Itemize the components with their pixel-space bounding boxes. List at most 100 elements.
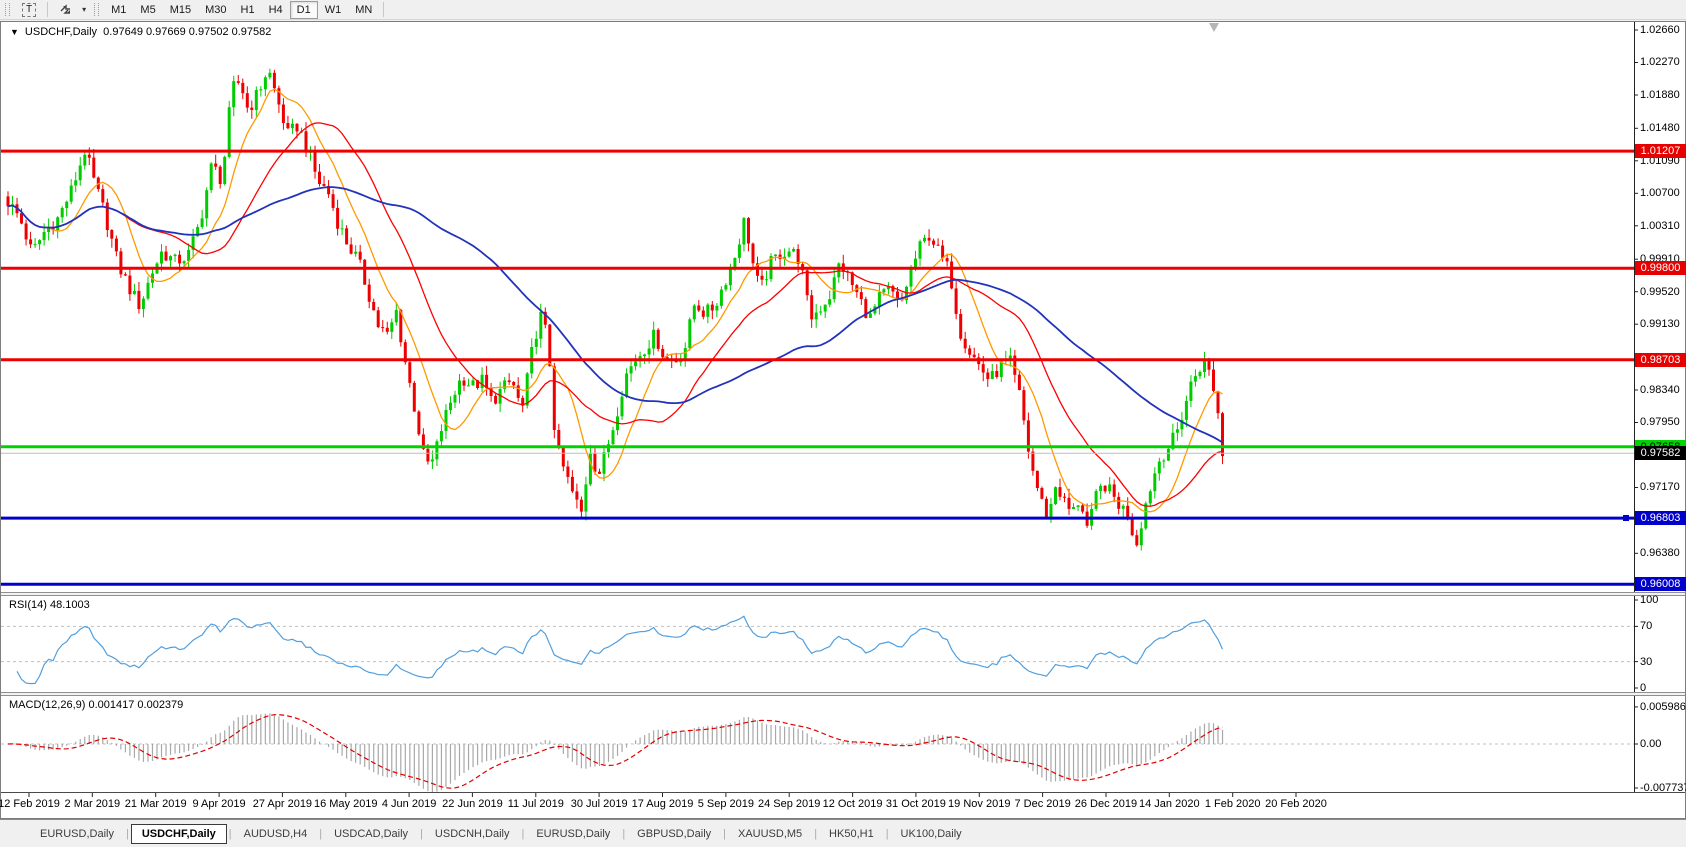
toolbar: T ▾ M1 M5 M15 M30 H1 H4 D1 W1 MN (0, 0, 1686, 20)
ma-line-10 (7, 88, 1223, 513)
arrows-tool-button[interactable] (52, 1, 79, 19)
price-tick: 0.97170 (1640, 481, 1680, 494)
ohlc-label: 0.97649 0.97669 0.97502 0.97582 (103, 26, 272, 38)
price-tick: 1.00310 (1640, 219, 1680, 232)
rsi-tick: 70 (1640, 620, 1653, 633)
timeframe-button-w1[interactable]: W1 (318, 1, 349, 19)
price-tick: 1.02660 (1640, 24, 1680, 36)
chart-tab-uk100-daily[interactable]: UK100,Daily (891, 825, 972, 843)
macd-signal-line (7, 714, 1223, 789)
date-tick: 12 Oct 2019 (822, 798, 883, 810)
date-tick: 20 Feb 2020 (1265, 798, 1327, 810)
date-tick: 16 May 2019 (313, 798, 378, 810)
macd-label: MACD(12,26,9) 0.001417 0.002379 (9, 699, 184, 711)
toolbar-separator (383, 2, 385, 17)
chart-tab-usdchf-daily[interactable]: USDCHF,Daily (130, 823, 227, 844)
tool-dropdown-caret[interactable]: ▾ (79, 1, 89, 19)
date-tick: 22 Jun 2019 (442, 798, 503, 810)
date-tick: 9 Apr 2019 (192, 798, 246, 810)
price-tick: 1.02270 (1640, 56, 1680, 69)
timeframe-button-m1[interactable]: M1 (104, 1, 133, 19)
chart-title: ▼ USDCHF,Daily 0.97649 0.97669 0.97502 0.… (10, 26, 271, 38)
chart-shift-marker[interactable] (1209, 23, 1219, 32)
level-price-label-current-price: 0.97582 (1635, 446, 1686, 461)
tab-separator: | (521, 827, 525, 840)
ma-line-60 (7, 186, 1223, 444)
date-tick: 27 Apr 2019 (252, 798, 313, 810)
timeframe-button-d1[interactable]: D1 (289, 0, 318, 19)
pane-separator-macd[interactable] (1, 692, 1685, 696)
tab-separator: | (420, 827, 423, 840)
timeframe-button-h1[interactable]: H1 (234, 1, 262, 19)
level-price-label-resistance: 1.01207 (1635, 144, 1686, 159)
macd-tick: 0.005986 (1640, 700, 1686, 713)
date-tick: 31 Oct 2019 (885, 798, 946, 810)
text-tool-icon: T (22, 2, 37, 17)
level-price-label-resistance: 0.98703 (1635, 352, 1686, 367)
chart-tab-eurusd-daily[interactable]: EURUSD,Daily (526, 825, 620, 843)
date-tick: 4 Jun 2019 (381, 798, 437, 810)
timeframe-button-h4[interactable]: H4 (262, 1, 290, 19)
chart-tab-usdcnh-daily[interactable]: USDCNH,Daily (425, 825, 520, 843)
chart-tab-hk50-h1[interactable]: HK50,H1 (819, 825, 884, 843)
tab-separator: | (723, 827, 726, 840)
timeframe-button-mn[interactable]: MN (348, 1, 379, 19)
time-axis-line (1, 792, 1685, 793)
date-tick: 12 Feb 2019 (0, 798, 60, 810)
date-tick: 11 Jul 2019 (507, 798, 564, 810)
chart-tabs-bar: EURUSD,Daily | USDCHF,Daily | AUDUSD,H4 | USDC… (0, 819, 1686, 847)
chart-tab-gbpusd-daily[interactable]: GBPUSD,Daily (627, 825, 721, 843)
candles (6, 68, 1224, 551)
level-price-label-resistance: 0.99800 (1635, 261, 1686, 276)
macd-tick: -0.007737 (1640, 782, 1686, 794)
level-price-label-support: 0.96803 (1635, 511, 1686, 526)
price-tick: 0.99130 (1640, 318, 1680, 331)
rsi-tick: 0 (1640, 682, 1647, 694)
price-tick: 0.97950 (1640, 416, 1680, 429)
hline-drag-handle[interactable] (1623, 515, 1629, 521)
date-tick: 17 Aug 2019 (631, 798, 694, 810)
tab-separator: | (814, 827, 818, 840)
date-tick: 24 Sep 2019 (757, 798, 821, 810)
ma-line-25 (7, 122, 1223, 507)
chart-tab-xauusd-m5[interactable]: XAUUSD,M5 (728, 825, 812, 843)
date-tick: 30 Jul 2019 (570, 798, 628, 810)
chart-tab-eurusd-daily[interactable]: EURUSD,Daily (30, 825, 124, 843)
arrows-icon (60, 4, 71, 14)
tab-separator: | (125, 827, 129, 840)
date-tick: 5 Sep 2019 (697, 798, 754, 810)
toolbar-grip[interactable] (94, 3, 100, 16)
rsi-label: RSI(14) 48.1003 (9, 599, 90, 611)
toolbar-separator (47, 2, 49, 17)
price-tick: 1.01480 (1640, 122, 1680, 135)
chart-tab-audusd-h4[interactable]: AUDUSD,H4 (234, 825, 318, 843)
tab-separator: | (228, 827, 232, 840)
date-tick: 19 Nov 2019 (948, 798, 1011, 810)
chart-canvas[interactable] (0, 0, 1686, 847)
tab-separator: | (319, 827, 323, 840)
rsi-tick: 100 (1640, 594, 1659, 606)
price-tick: 1.01880 (1640, 88, 1680, 101)
pane-separator-rsi[interactable] (1, 592, 1685, 596)
date-tick: 2 Mar 2019 (64, 798, 121, 810)
price-tick: 0.98340 (1640, 383, 1680, 396)
level-price-label-support: 0.96008 (1635, 577, 1686, 592)
timeframe-button-m30[interactable]: M30 (198, 1, 233, 19)
text-tool-button[interactable]: T (15, 1, 43, 19)
collapse-icon[interactable]: ▼ (10, 27, 19, 37)
timeframe-button-m15[interactable]: M15 (163, 1, 198, 19)
tab-separator: | (885, 827, 889, 840)
chart-tab-usdcad-daily[interactable]: USDCAD,Daily (324, 825, 418, 843)
date-tick: 26 Dec 2019 (1074, 798, 1138, 810)
timeframe-button-m5[interactable]: M5 (133, 1, 162, 19)
toolbar-grip[interactable] (5, 3, 10, 16)
rsi-tick: 30 (1640, 655, 1653, 668)
date-tick: 21 Mar 2019 (124, 798, 187, 810)
tab-separator: | (622, 827, 626, 840)
price-tick: 0.99520 (1640, 285, 1680, 298)
price-tick: 1.00700 (1640, 187, 1680, 200)
price-tick: 0.96380 (1640, 547, 1680, 560)
symbol-label: USDCHF,Daily (24, 26, 98, 38)
date-tick: 14 Jan 2020 (1139, 798, 1200, 810)
macd-tick: 0.00 (1640, 738, 1662, 750)
